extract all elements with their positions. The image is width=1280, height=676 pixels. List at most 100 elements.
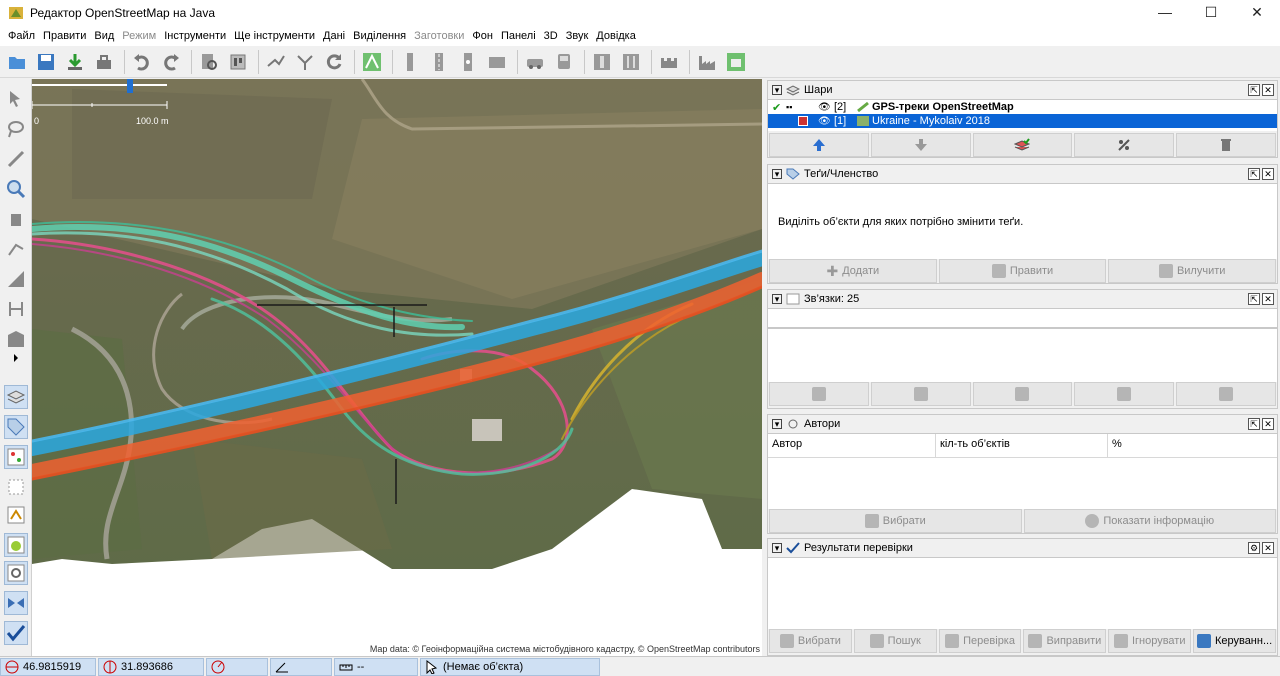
- extrude-mode-button[interactable]: [4, 267, 28, 291]
- menu-file[interactable]: Файл: [4, 30, 39, 42]
- preset-road-1-button[interactable]: [397, 49, 423, 75]
- menu-more-tools[interactable]: Ще інструменти: [230, 30, 319, 42]
- validation-search-button[interactable]: Пошук: [853, 629, 937, 653]
- collapse-icon[interactable]: ▾: [772, 419, 782, 429]
- preset-road-3-button[interactable]: [455, 49, 481, 75]
- building-mode-button[interactable]: [4, 327, 28, 351]
- menu-presets[interactable]: Заготовки: [410, 30, 468, 42]
- toggle-relations-panel-button[interactable]: [4, 445, 28, 469]
- preset-industrial-button[interactable]: [694, 49, 720, 75]
- toggle-conflict-panel-button[interactable]: [4, 591, 28, 615]
- combine-way-button[interactable]: [292, 49, 318, 75]
- preset-restaurant-button[interactable]: [618, 49, 644, 75]
- close-panel-button[interactable]: ✕: [1262, 84, 1274, 96]
- layer-opacity-button[interactable]: [1074, 133, 1175, 157]
- menu-help[interactable]: Довідка: [592, 30, 640, 42]
- preset-area-button[interactable]: [484, 49, 510, 75]
- duplicate-relation-button[interactable]: [972, 382, 1073, 406]
- menu-view[interactable]: Вид: [90, 30, 118, 42]
- collapse-icon[interactable]: ▾: [772, 85, 782, 95]
- relations-filter[interactable]: [768, 308, 1277, 328]
- maximize-button[interactable]: ☐: [1188, 0, 1234, 24]
- collapse-icon[interactable]: ▾: [772, 543, 782, 553]
- latitude-field[interactable]: 46.9815919: [0, 657, 96, 676]
- preferences-button[interactable]: [225, 49, 251, 75]
- reverse-way-button[interactable]: [321, 49, 347, 75]
- opacity-icon[interactable]: [798, 116, 808, 126]
- merge-layers-button[interactable]: [972, 133, 1073, 157]
- validation-results-list[interactable]: [768, 557, 1277, 629]
- delete-tag-button[interactable]: Вилучити: [1108, 259, 1277, 283]
- author-info-button[interactable]: Показати інформацію: [1023, 509, 1276, 533]
- save-button[interactable]: [33, 49, 59, 75]
- edit-tag-button[interactable]: Правити: [938, 259, 1107, 283]
- toggle-history-panel-button[interactable]: [4, 503, 28, 527]
- close-panel-button[interactable]: ✕: [1262, 168, 1274, 180]
- validation-select-button[interactable]: Вибрати: [769, 629, 852, 653]
- undo-button[interactable]: [129, 49, 155, 75]
- menu-selection[interactable]: Виділення: [349, 30, 410, 42]
- search-button[interactable]: [196, 49, 222, 75]
- move-up-button[interactable]: [769, 133, 869, 157]
- close-panel-button[interactable]: ✕: [1262, 293, 1274, 305]
- layer-row-selected[interactable]: 👁 [1] Ukraine - Mykolaiv 2018: [768, 114, 1277, 128]
- menu-edit[interactable]: Правити: [39, 30, 90, 42]
- draw-mode-button[interactable]: [4, 147, 28, 171]
- select-relation-button[interactable]: [1176, 382, 1276, 406]
- detach-panel-button[interactable]: ⇱: [1248, 84, 1260, 96]
- move-down-button[interactable]: [870, 133, 971, 157]
- map-view[interactable]: 0 100.0 m Map data: © Геоінформаційна си…: [32, 79, 762, 656]
- preset-road-2-button[interactable]: [426, 49, 452, 75]
- wireframe-toggle-button[interactable]: [359, 49, 385, 75]
- add-tag-button[interactable]: ✚ Додати: [769, 259, 937, 283]
- visibility-eye-icon[interactable]: 👁: [818, 102, 831, 113]
- menu-imagery[interactable]: Фон: [468, 30, 497, 42]
- visibility-eye-icon[interactable]: 👁: [818, 116, 831, 127]
- fix-button[interactable]: Виправити: [1023, 629, 1107, 653]
- improve-way-mode-button[interactable]: [4, 297, 28, 321]
- select-author-button[interactable]: Вибрати: [769, 509, 1022, 533]
- delete-mode-button[interactable]: [4, 207, 28, 231]
- map-attribution[interactable]: Map data: © Геоінформаційна система міст…: [369, 644, 760, 654]
- close-panel-button[interactable]: ✕: [1262, 418, 1274, 430]
- close-panel-button[interactable]: ✕: [1262, 542, 1274, 554]
- preset-bus-button[interactable]: [551, 49, 577, 75]
- collapse-icon[interactable]: ▾: [772, 169, 782, 179]
- toggle-tags-panel-button[interactable]: [4, 415, 28, 439]
- delete-relation-button[interactable]: [1074, 382, 1175, 406]
- panel-settings-button[interactable]: ⚙: [1248, 542, 1260, 554]
- delete-layer-button[interactable]: [1176, 133, 1276, 157]
- menu-data[interactable]: Дані: [319, 30, 349, 42]
- select-mode-button[interactable]: [4, 87, 28, 111]
- layer-row[interactable]: ✔ ▪▪ 👁 [2] GPS-треки OpenStreetMap: [768, 100, 1277, 114]
- close-button[interactable]: ✕: [1234, 0, 1280, 24]
- zoom-mode-button[interactable]: [4, 177, 28, 201]
- menu-mode[interactable]: Режим: [118, 30, 160, 42]
- preset-car-button[interactable]: [522, 49, 548, 75]
- split-way-button[interactable]: [263, 49, 289, 75]
- ignore-button[interactable]: Ігнорувати: [1108, 629, 1192, 653]
- open-file-button[interactable]: [4, 49, 30, 75]
- menu-audio[interactable]: Звук: [562, 30, 593, 42]
- author-column-header[interactable]: Автор: [768, 434, 936, 457]
- collapse-icon[interactable]: ▾: [772, 294, 782, 304]
- longitude-field[interactable]: 31.893686: [98, 657, 204, 676]
- validate-button[interactable]: Перевірка: [938, 629, 1022, 653]
- preset-castle-button[interactable]: [656, 49, 682, 75]
- relations-list[interactable]: [768, 328, 1277, 382]
- redo-button[interactable]: [158, 49, 184, 75]
- menu-windows[interactable]: Панелі: [497, 30, 540, 42]
- toggle-commands-panel-button[interactable]: [4, 533, 28, 557]
- detach-panel-button[interactable]: ⇱: [1248, 418, 1260, 430]
- preset-parking-button[interactable]: [589, 49, 615, 75]
- detach-panel-button[interactable]: ⇱: [1248, 168, 1260, 180]
- percent-column-header[interactable]: %: [1108, 434, 1277, 457]
- detach-panel-button[interactable]: ⇱: [1248, 293, 1260, 305]
- lasso-mode-button[interactable]: [4, 117, 28, 141]
- parallel-mode-button[interactable]: [4, 237, 28, 261]
- toggle-selection-panel-button[interactable]: [4, 475, 28, 499]
- upload-button[interactable]: [91, 49, 117, 75]
- toggle-layers-panel-button[interactable]: [4, 385, 28, 409]
- new-relation-button[interactable]: [769, 382, 869, 406]
- more-modes-button[interactable]: [4, 351, 28, 365]
